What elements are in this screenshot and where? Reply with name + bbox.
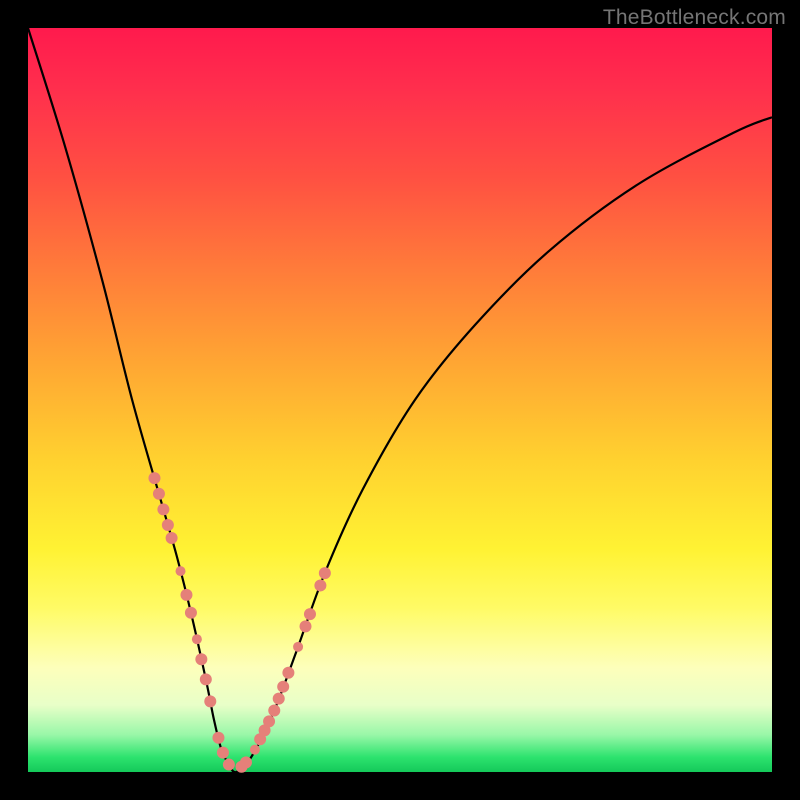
highlight-dot [200,673,212,685]
highlight-dots-group [148,472,330,773]
highlight-dot [192,634,202,644]
highlight-dot [304,608,316,620]
highlight-dot [153,488,165,500]
highlight-dot [240,756,252,768]
highlight-dot [268,704,280,716]
highlight-dot [148,472,160,484]
highlight-dot [176,566,186,576]
highlight-dot [282,667,294,679]
watermark-text: TheBottleneck.com [603,6,786,30]
bottleneck-curve [28,28,772,772]
highlight-dot [180,589,192,601]
highlight-dot [319,567,331,579]
highlight-dot [223,759,235,771]
highlight-dot [263,715,275,727]
highlight-dot [314,579,326,591]
highlight-dot [185,607,197,619]
highlight-dot [157,503,169,515]
highlight-dot [277,681,289,693]
highlight-dot [217,747,229,759]
chart-area [28,28,772,772]
highlight-dot [204,695,216,707]
highlight-dot [293,642,303,652]
highlight-dot [300,620,312,632]
highlight-dot [166,532,178,544]
highlight-dot [212,732,224,744]
highlight-dot [162,519,174,531]
highlight-dot [250,745,260,755]
highlight-dot [195,653,207,665]
highlight-dot [273,693,285,705]
curve-svg [28,28,772,772]
